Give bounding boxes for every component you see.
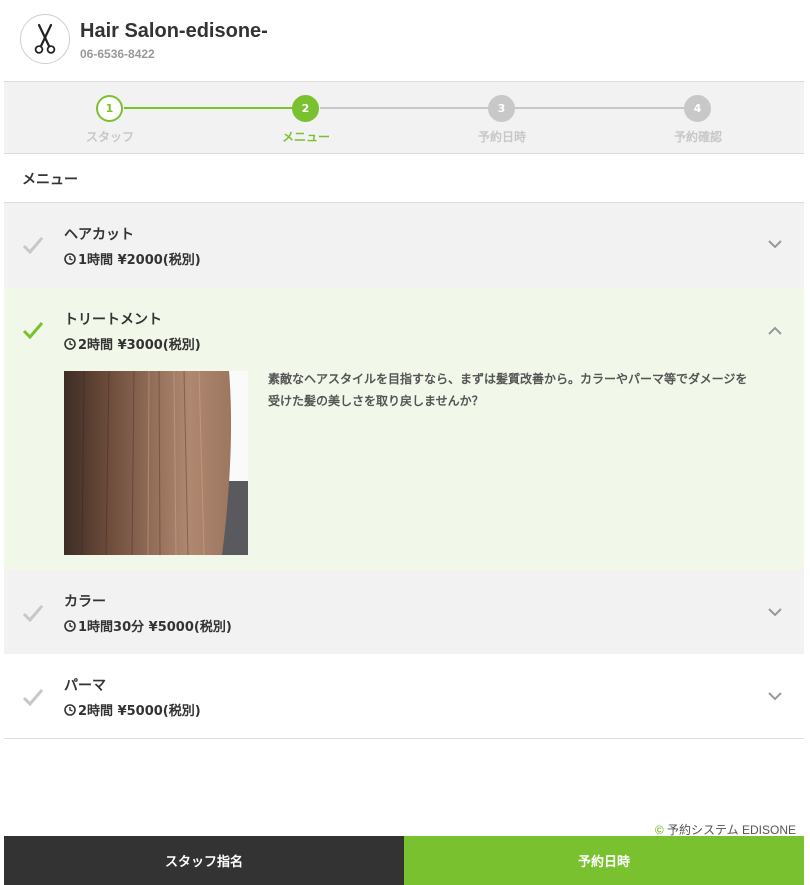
menu-item-duration-price: 1時間30分 ¥5000(税別) xyxy=(78,620,232,635)
menu-item-duration-price: 1時間 ¥2000(税別) xyxy=(78,253,201,268)
menu-item-description: 素敵なヘアスタイルを目指すなら、まずは髪質改善から。カラーやパーマ等でダメージを… xyxy=(268,372,748,408)
menu-item-treatment[interactable]: トリートメント 2時間 ¥3000(税別) 素敵なヘアスタイルを目指すなら、まず… xyxy=(4,288,804,570)
clock-icon xyxy=(64,337,76,350)
step-4-number: 4 xyxy=(693,102,702,115)
menu-item-duration-price: 2時間 ¥3000(税別) xyxy=(78,338,201,353)
progress-steps: 1 スタッフ 2 メニュー 3 予約日時 4 予約確認 xyxy=(4,82,804,154)
section-header: メニュー xyxy=(4,154,804,203)
menu-item-meta: 2時間 ¥5000(税別) xyxy=(64,700,201,719)
check-icon xyxy=(22,605,44,622)
chevron-down-icon[interactable] xyxy=(768,240,782,249)
step-2-number: 2 xyxy=(301,102,310,115)
step-4-label: 予約確認 xyxy=(673,130,722,144)
menu-item-name: トリートメント xyxy=(64,312,162,328)
menu-item-name: パーマ xyxy=(64,678,106,694)
step-3-circle: 3 xyxy=(488,95,515,122)
chevron-down-icon[interactable] xyxy=(768,608,782,617)
clock-icon xyxy=(64,703,76,716)
step-2-circle: 2 xyxy=(292,95,319,122)
menu-item-name: カラー xyxy=(64,594,106,610)
copyright-icon: © xyxy=(654,823,664,837)
chevron-up-icon[interactable] xyxy=(768,326,782,335)
menu-item-haircut[interactable]: ヘアカット 1時間 ¥2000(税別) xyxy=(4,203,804,288)
chevron-down-icon[interactable] xyxy=(768,692,782,701)
menu-item-meta: 2時間 ¥3000(税別) xyxy=(64,334,201,353)
salon-logo xyxy=(20,14,70,64)
menu-item-meta: 1時間30分 ¥5000(税別) xyxy=(64,616,232,635)
step-1-circle[interactable]: 1 xyxy=(96,95,123,122)
step-2-label: メニュー xyxy=(281,130,330,144)
menu-item-meta: 1時間 ¥2000(税別) xyxy=(64,249,201,268)
salon-name: Hair Salon-edisone- xyxy=(80,20,268,42)
step-4-circle: 4 xyxy=(684,95,711,122)
header: Hair Salon-edisone- 06-6536-8422 xyxy=(4,0,804,82)
section-title: メニュー xyxy=(22,172,78,188)
step-connector-done xyxy=(124,107,300,109)
clock-icon xyxy=(64,252,76,265)
menu-item-perm[interactable]: パーマ 2時間 ¥5000(税別) xyxy=(4,654,804,739)
scissors-icon xyxy=(34,23,56,54)
step-3-number: 3 xyxy=(497,102,506,115)
menu-item-color[interactable]: カラー 1時間30分 ¥5000(税別) xyxy=(4,570,804,654)
clock-icon xyxy=(64,619,76,632)
copyright-text: 予約システム EDISONE xyxy=(667,823,796,837)
staff-select-button[interactable]: スタッフ指名 xyxy=(4,836,404,885)
check-icon xyxy=(22,237,44,254)
menu-item-duration-price: 2時間 ¥5000(税別) xyxy=(78,704,201,719)
step-1-label[interactable]: スタッフ xyxy=(50,128,170,145)
step-1-number: 1 xyxy=(105,102,114,115)
step-3-label: 予約日時 xyxy=(477,130,526,144)
salon-phone: 06-6536-8422 xyxy=(80,47,155,61)
menu-item-name: ヘアカット xyxy=(64,227,134,243)
check-icon xyxy=(22,322,44,339)
treatment-photo xyxy=(64,371,248,555)
datetime-button[interactable]: 予約日時 xyxy=(404,836,804,885)
check-icon xyxy=(22,689,44,706)
